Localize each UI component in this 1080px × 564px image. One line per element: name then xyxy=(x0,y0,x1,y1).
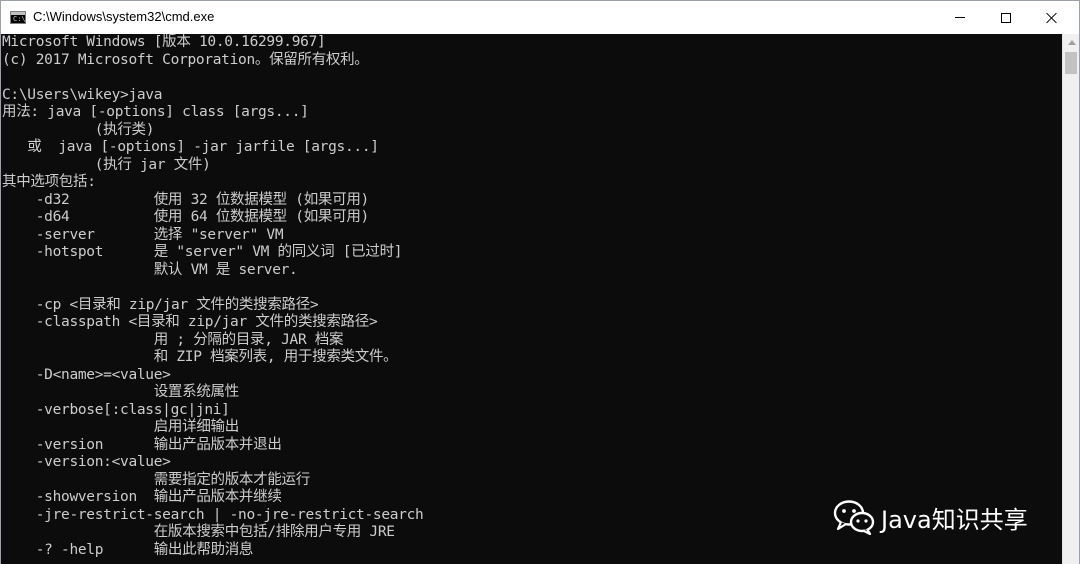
console-line: -version 输出产品版本并退出 xyxy=(2,436,282,453)
console-line: (执行类) xyxy=(2,121,155,138)
scroll-thumb[interactable] xyxy=(1065,52,1077,74)
close-icon xyxy=(1046,12,1058,24)
console-line: Microsoft Windows [版本 10.0.16299.967] xyxy=(2,34,326,50)
console-line: 需要指定的版本才能运行 xyxy=(2,471,311,488)
scroll-up-button[interactable] xyxy=(1063,34,1080,51)
close-button[interactable] xyxy=(1029,1,1075,34)
console-line: -D<name>=<value> xyxy=(2,366,171,383)
watermark-text: Java知识共享 xyxy=(881,505,1028,534)
maximize-icon xyxy=(1001,12,1011,23)
console-output-area[interactable]: Microsoft Windows [版本 10.0.16299.967] (c)… xyxy=(1,34,1062,564)
cmd-window: C:\ C:\Windows\system32\cmd.exe Microsof… xyxy=(0,0,1080,564)
console-line: (c) 2017 Microsoft Corporation。保留所有权利。 xyxy=(2,51,369,68)
console-line: 设置系统属性 xyxy=(2,384,240,400)
console-line: (执行 jar 文件) xyxy=(2,156,211,173)
watermark: Java知识共享 xyxy=(833,498,1028,536)
console-line: 其中选项包括: xyxy=(2,174,96,190)
console-line: 和 ZIP 档案列表, 用于搜索类文件。 xyxy=(2,349,398,365)
console-line: 启用详细输出 xyxy=(2,419,240,435)
console-line: C:\Users\wikey>java xyxy=(2,86,163,103)
console-line: -cp <目录和 zip/jar 文件的类搜索路径> xyxy=(2,296,319,313)
console-line: -version:<value> xyxy=(2,454,171,470)
console-line: -? -help 输出此帮助消息 xyxy=(2,541,254,558)
console-lines: Microsoft Windows [版本 10.0.16299.967] (c)… xyxy=(1,34,1062,559)
wechat-logo-icon xyxy=(833,499,875,535)
scroll-up-arrow-icon xyxy=(1067,40,1076,45)
console-line: -d32 使用 32 位数据模型 (如果可用) xyxy=(2,191,370,208)
icon-prompt-text: C:\ xyxy=(13,15,26,23)
title-bar[interactable]: C:\ C:\Windows\system32\cmd.exe xyxy=(1,1,1079,34)
console-line: 或 java [-options] -jar jarfile [args...] xyxy=(2,139,379,155)
minimize-button[interactable] xyxy=(937,1,983,34)
console-line: -hotspot 是 "server" VM 的同义词 [已过时] xyxy=(2,244,403,260)
vertical-scrollbar[interactable] xyxy=(1062,34,1079,564)
console-line: -classpath <目录和 zip/jar 文件的类搜索路径> xyxy=(2,314,378,330)
console-line: -verbose[:class|gc|jni] xyxy=(2,401,230,418)
cmd-console-icon[interactable]: C:\ xyxy=(10,11,26,24)
console-line: -d64 使用 64 位数据模型 (如果可用) xyxy=(2,209,370,225)
minimize-icon xyxy=(955,17,965,18)
console-line: 用 ; 分隔的目录, JAR 档案 xyxy=(2,331,344,348)
window-title: C:\Windows\system32\cmd.exe xyxy=(33,9,215,24)
console-line: 用法: java [-options] class [args...] xyxy=(2,104,309,120)
console-line: -server 选择 "server" VM xyxy=(2,226,284,243)
console-line: 默认 VM 是 server. xyxy=(2,261,298,278)
maximize-button[interactable] xyxy=(983,1,1029,34)
